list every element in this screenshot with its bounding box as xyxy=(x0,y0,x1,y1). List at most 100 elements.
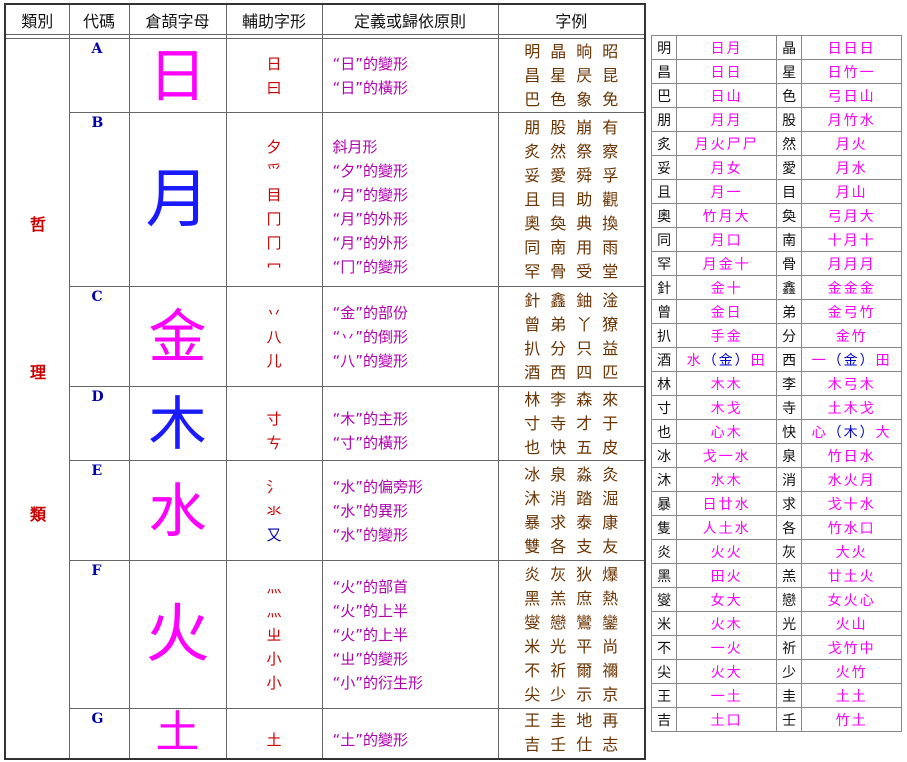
lookup-code: 心木 xyxy=(676,419,777,444)
lookup-row: 明日月晶日日日 xyxy=(650,35,902,60)
lookup-code: 月月 xyxy=(676,107,777,132)
lookup-code: 日月 xyxy=(676,35,777,60)
definition: “丷”的倒形 xyxy=(332,327,409,346)
lookup-char: 愛 xyxy=(775,155,803,180)
example: 黑羔庶熱 xyxy=(524,588,629,608)
lookup-code: 土土 xyxy=(801,683,902,708)
example: 明晶晌昭 xyxy=(524,41,629,61)
lookup-code: 火大 xyxy=(676,659,777,684)
definition: “月”的外形 xyxy=(332,233,409,252)
lookup-row: 罕月金十骨月月月 xyxy=(650,251,902,276)
lookup-code: 土木戈 xyxy=(801,395,902,420)
group-row-b: B 月 夕爫目冂冂冖 斜月形 “夕”的變形 “月”的變形 “月”的外形 “月”的外形 “冂… xyxy=(5,112,646,287)
lookup-char: 冰 xyxy=(650,443,678,468)
definition: “寸”的橫形 xyxy=(332,433,409,452)
example: 冰泉淼灸 xyxy=(524,464,629,484)
lookup-code: 十月十 xyxy=(801,227,902,252)
example: 同南用雨 xyxy=(524,237,629,257)
aux-form: ㄓ xyxy=(266,625,282,644)
lookup-char: 明 xyxy=(650,35,678,60)
lookup-char: 奧 xyxy=(650,203,678,228)
lookup-char: 奐 xyxy=(775,203,803,228)
category-char-3: 類 xyxy=(30,505,47,524)
lookup-code: 田火 xyxy=(676,563,777,588)
lookup-row: 隻人土水各竹水口 xyxy=(650,515,902,540)
example: 林李森來 xyxy=(524,389,629,409)
lookup-code: 金竹 xyxy=(801,323,902,348)
lookup-char: 李 xyxy=(775,371,803,396)
category-char-1: 哲 xyxy=(30,215,47,234)
example: 沐消踏淈 xyxy=(524,488,629,508)
lookup-char: 沐 xyxy=(650,467,678,492)
lookup-row: 米火木光火山 xyxy=(650,611,902,636)
lookup-code: 日山 xyxy=(676,83,777,108)
lookup-code: 月水 xyxy=(801,155,902,180)
lookup-char: 各 xyxy=(775,515,803,540)
aux-form: 土 xyxy=(266,731,282,750)
lookup-code: 日日 xyxy=(676,59,777,84)
lookup-char: 戀 xyxy=(775,587,803,612)
lookup-row: 林木木李木弓木 xyxy=(650,371,902,396)
radical: 金 xyxy=(128,286,227,387)
example: 妥愛舜孚 xyxy=(524,165,629,185)
lookup-row: 寸木戈寺土木戈 xyxy=(650,395,902,420)
aux-form: 八 xyxy=(266,327,282,346)
lookup-char: 王 xyxy=(650,683,678,708)
lookup-char: 林 xyxy=(650,371,678,396)
lookup-code: 水木 xyxy=(676,467,777,492)
example: 炙然祭察 xyxy=(524,141,629,161)
header-row: 類別 代碼 倉頡字母 輔助字形 定義或歸依原則 字例 xyxy=(4,3,646,35)
lookup-code: 大火 xyxy=(801,539,902,564)
header-code: 代碼 xyxy=(68,3,130,35)
group-row-e: E 水 氵氺又 “水”的偏旁形 “水”的異形 “水”的變形 冰泉淼灸 沐消踏淈 暴求泰康… xyxy=(5,460,646,561)
aux-form: 爫 xyxy=(266,161,282,180)
aux-form: 丷 xyxy=(266,303,282,322)
definition: “水”的變形 xyxy=(332,525,409,544)
aux-form: 目 xyxy=(266,185,282,204)
aux-form: 冂 xyxy=(266,233,282,252)
lookup-char: 色 xyxy=(775,83,803,108)
lookup-code: 月火 xyxy=(801,131,902,156)
lookup-char: 弟 xyxy=(775,299,803,324)
lookup-char: 罕 xyxy=(650,251,678,276)
lookup-char: 曾 xyxy=(650,299,678,324)
lookup-row: 巴日山色弓日山 xyxy=(650,83,902,108)
lookup-char: 昌 xyxy=(650,59,678,84)
cangjie-lookup-table: 明日月晶日日日昌日日星日竹一巴日山色弓日山朋月月股月竹水炙月火尸尸然月火妥月女愛… xyxy=(650,35,902,760)
lookup-row: 奧竹月大奐弓月大 xyxy=(650,203,902,228)
aux-form: 小 xyxy=(266,673,282,692)
aux-form: 曰 xyxy=(266,78,282,97)
category-cell: 哲 理 類 xyxy=(4,38,70,759)
lookup-char: 目 xyxy=(775,179,803,204)
lookup-char: 分 xyxy=(775,323,803,348)
group-row-g: G 土 土 “土”的變形 王圭地再 吉壬仕志 xyxy=(5,708,646,759)
lookup-char: 暴 xyxy=(650,491,678,516)
lookup-char: 圭 xyxy=(775,683,803,708)
lookup-code: 竹水口 xyxy=(801,515,902,540)
lookup-char: 朋 xyxy=(650,107,678,132)
definition: “冂”的變形 xyxy=(332,257,409,276)
lookup-char: 米 xyxy=(650,611,678,636)
lookup-row: 同月口南十月十 xyxy=(650,227,902,252)
aux-form: 灬 xyxy=(266,577,282,596)
lookup-row: 妥月女愛月水 xyxy=(650,155,902,180)
lookup-row: 吉土口壬竹土 xyxy=(650,707,902,732)
lookup-row: 昌日日星日竹一 xyxy=(650,59,902,84)
definition: 斜月形 xyxy=(332,137,378,156)
lookup-char: 炙 xyxy=(650,131,678,156)
definition: “土”的變形 xyxy=(332,731,409,750)
category-char-2: 理 xyxy=(30,363,47,382)
lookup-char: 晶 xyxy=(775,35,803,60)
radical-reference-table: 類別 代碼 倉頡字母 輔助字形 定義或歸依原則 字例 哲 理 類 A 日 日曰 … xyxy=(4,3,646,760)
example: 暴求泰康 xyxy=(524,512,629,532)
aux-form: ㄘ xyxy=(266,433,282,452)
lookup-code: 火山 xyxy=(801,611,902,636)
lookup-row: 沐水木消水火月 xyxy=(650,467,902,492)
definition: “金”的部份 xyxy=(332,303,409,322)
definition: “夕”的變形 xyxy=(332,161,409,180)
lookup-char: 骨 xyxy=(775,251,803,276)
header-category: 類別 xyxy=(4,3,70,35)
lookup-row: 朋月月股月竹水 xyxy=(650,107,902,132)
group-row-a: 哲 理 類 A 日 日曰 “日”的變形 “日”的橫形 明晶晌昭 昌星昃昆 巴色象免 xyxy=(4,38,646,759)
aux-form: 儿 xyxy=(266,351,282,370)
